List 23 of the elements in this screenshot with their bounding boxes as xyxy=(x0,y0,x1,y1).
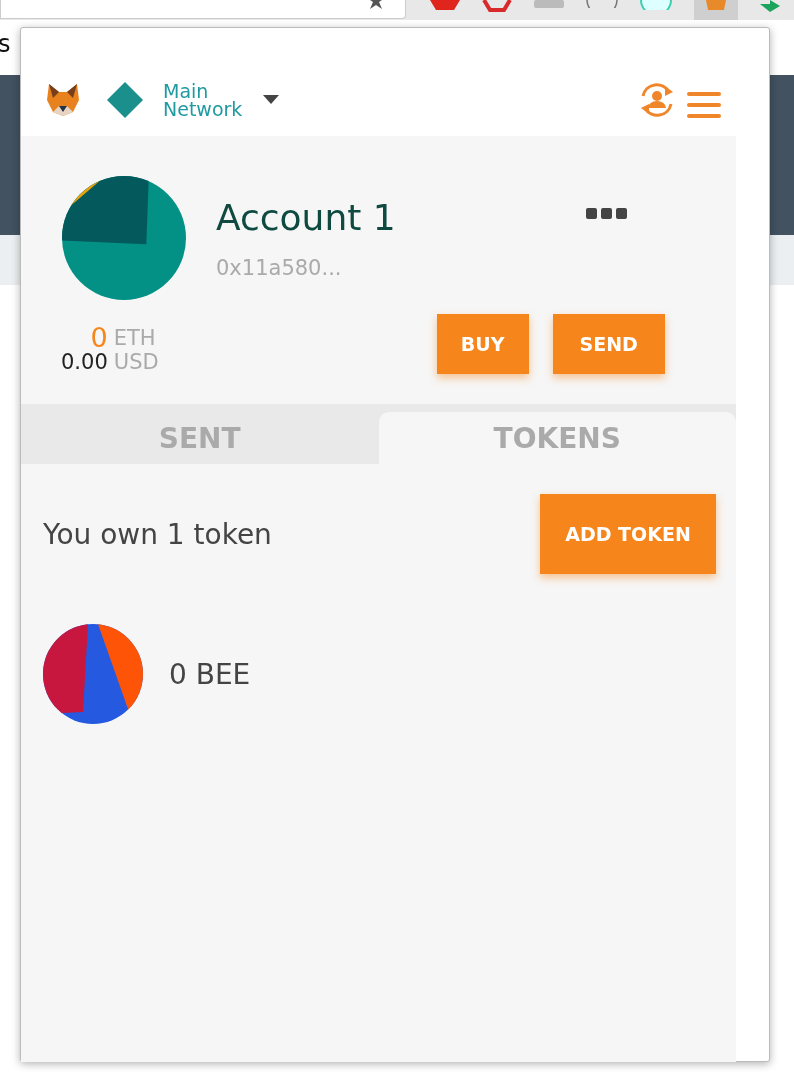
diamond-icon xyxy=(107,82,143,118)
eth-unit: ETH xyxy=(113,326,157,350)
arrow-icon[interactable] xyxy=(760,0,780,14)
tab[interactable]: TOKENS xyxy=(378,412,736,464)
fox-logo-icon xyxy=(45,82,81,118)
account-address: 0x11a580... xyxy=(216,255,343,280)
token-count-text: You own 1 token xyxy=(43,517,272,551)
token-icon xyxy=(43,624,143,724)
stop-sign-icon[interactable] xyxy=(430,0,460,10)
page-text: s xyxy=(0,30,11,58)
token-balance[interactable]: 0 BEE xyxy=(169,657,251,691)
usd-balance: 0.00 xyxy=(61,350,108,374)
add-token-button[interactable]: ADD TOKEN xyxy=(540,494,716,574)
more-options-icon[interactable] xyxy=(586,207,627,219)
menu-icon[interactable] xyxy=(687,92,721,118)
account-name: Account 1 xyxy=(216,196,397,238)
buy-button[interactable]: BUY xyxy=(436,314,529,374)
send-button[interactable]: SEND xyxy=(552,314,665,374)
usd-unit: USD xyxy=(113,350,159,374)
network-name[interactable]: Main Network xyxy=(163,82,263,118)
account-avatar-icon xyxy=(62,176,186,300)
caret-icon[interactable] xyxy=(263,95,279,104)
eth-balance: 0 xyxy=(89,326,108,350)
